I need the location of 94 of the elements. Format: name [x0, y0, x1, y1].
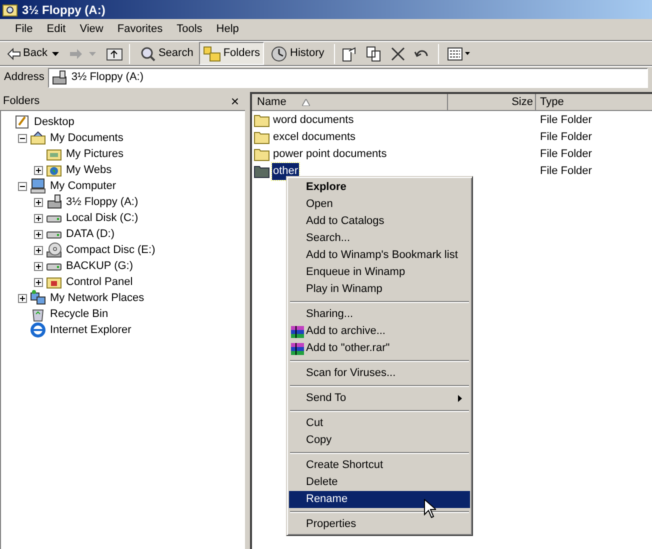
context-menu-item[interactable]: Sharing...: [289, 306, 470, 323]
tree-item[interactable]: Compact Disc (E:): [65, 242, 156, 258]
folder-icon: [254, 114, 270, 127]
cd-icon: [46, 242, 62, 258]
menu-item[interactable]: Edit: [40, 21, 73, 38]
network-icon: [30, 290, 46, 306]
context-menu-item[interactable]: Open: [289, 196, 470, 213]
expand-toggle[interactable]: [34, 262, 43, 270]
expand-toggle[interactable]: [34, 214, 43, 222]
context-menu-item[interactable]: Explore: [289, 179, 470, 196]
tree-item[interactable]: My Webs: [65, 162, 113, 178]
context-menu-item[interactable]: Play in Winamp: [289, 281, 470, 298]
address-label: Address: [4, 70, 44, 86]
file-name[interactable]: excel documents: [272, 129, 357, 146]
folders-icon: [203, 46, 222, 62]
collapse-toggle[interactable]: [18, 134, 27, 142]
tree-item[interactable]: My Documents: [49, 130, 124, 146]
menu-item[interactable]: Favorites: [110, 21, 170, 38]
floppy-icon: [46, 194, 62, 210]
search-icon: [140, 46, 156, 62]
context-menu-item[interactable]: Add to archive...: [289, 323, 470, 340]
mouse-pointer-icon: [424, 499, 436, 518]
toolbar-button[interactable]: Search: [136, 42, 198, 65]
floppy-icon: [51, 70, 68, 86]
submenu-arrow-icon: [458, 395, 462, 402]
delete-icon[interactable]: [391, 46, 406, 60]
expand-toggle[interactable]: [34, 246, 43, 254]
dropdown-caret-icon[interactable]: [52, 52, 60, 56]
up-folder-icon[interactable]: [106, 46, 124, 61]
pane-title: Folders: [3, 94, 40, 109]
folder-icon: [254, 148, 270, 161]
context-menu-item[interactable]: Cut: [289, 415, 470, 432]
context-menu-item[interactable]: Add to "other.rar": [289, 340, 470, 357]
tree-item[interactable]: Internet Explorer: [49, 322, 132, 338]
tree-item[interactable]: Desktop: [33, 114, 76, 130]
column-header[interactable]: Name: [252, 94, 448, 111]
context-menu-item[interactable]: Search...: [289, 230, 470, 247]
expand-toggle[interactable]: [34, 278, 43, 286]
file-name[interactable]: word documents: [272, 112, 355, 129]
context-menu-item[interactable]: Delete: [289, 474, 470, 491]
tree-item[interactable]: Recycle Bin: [49, 306, 110, 322]
close-button[interactable]: ×: [228, 94, 242, 108]
tree-item[interactable]: My Computer: [49, 178, 118, 194]
address-field[interactable]: 3½ Floppy (A:): [48, 68, 648, 88]
context-menu-item[interactable]: Create Shortcut: [289, 457, 470, 474]
toolbar-button[interactable]: History: [266, 42, 328, 65]
menu-item[interactable]: View: [72, 21, 110, 38]
column-header[interactable]: Type: [536, 94, 652, 111]
documents-icon: [30, 130, 46, 146]
toolbar-button[interactable]: Folders: [199, 42, 264, 65]
file-name[interactable]: power point documents: [272, 146, 388, 163]
menu-item[interactable]: Help: [209, 21, 246, 38]
copy-to-icon[interactable]: [366, 46, 382, 62]
folder-icon: [254, 165, 270, 178]
context-menu-item[interactable]: Scan for Viruses...: [289, 365, 470, 382]
views-icon[interactable]: [447, 46, 472, 60]
context-menu-item[interactable]: Properties: [289, 516, 470, 533]
expand-toggle[interactable]: [18, 294, 27, 302]
folder-search-icon: [2, 2, 18, 18]
archive-icon: [291, 326, 304, 338]
tree-item[interactable]: My Network Places: [49, 290, 146, 306]
file-type: File Folder: [539, 147, 593, 162]
menu-item[interactable]: Tools: [170, 21, 210, 38]
tree-item[interactable]: DATA (D:): [65, 226, 116, 242]
folder-icon: [254, 131, 270, 144]
sort-ascending-icon: [302, 98, 310, 106]
tree-item[interactable]: Local Disk (C:): [65, 210, 140, 226]
history-icon: [270, 46, 288, 62]
context-menu-item[interactable]: Send To: [289, 390, 470, 407]
context-menu-item[interactable]: Copy: [289, 432, 470, 449]
desktop-icon: [14, 114, 30, 130]
context-menu-item[interactable]: Add to Catalogs: [289, 213, 470, 230]
tree-item[interactable]: Control Panel: [65, 274, 134, 290]
context-menu-item[interactable]: Rename: [289, 491, 470, 508]
back-arrow-icon: [7, 48, 21, 60]
back-button[interactable]: Back: [4, 42, 50, 64]
archive-icon: [291, 342, 304, 354]
file-type: File Folder: [539, 130, 593, 146]
computer-icon: [30, 178, 46, 194]
expand-toggle[interactable]: [34, 198, 43, 206]
menu-item[interactable]: File: [8, 21, 40, 38]
context-menu-item[interactable]: Add to Winamp's Bookmark list: [289, 247, 470, 264]
tree-item[interactable]: My Pictures: [65, 146, 124, 162]
expand-toggle[interactable]: [34, 230, 43, 238]
window-title: 3½ Floppy (A:): [22, 2, 106, 18]
column-header[interactable]: Size: [448, 94, 536, 111]
file-type: File Folder: [539, 113, 593, 128]
tree-item[interactable]: 3½ Floppy (A:): [65, 194, 140, 210]
expand-toggle[interactable]: [34, 166, 43, 174]
collapse-toggle[interactable]: [18, 182, 27, 190]
context-menu-item[interactable]: Enqueue in Winamp: [289, 264, 470, 281]
file-type: File Folder: [539, 164, 593, 180]
browser-icon: [30, 322, 46, 338]
tree-item[interactable]: BACKUP (G:): [65, 258, 134, 274]
